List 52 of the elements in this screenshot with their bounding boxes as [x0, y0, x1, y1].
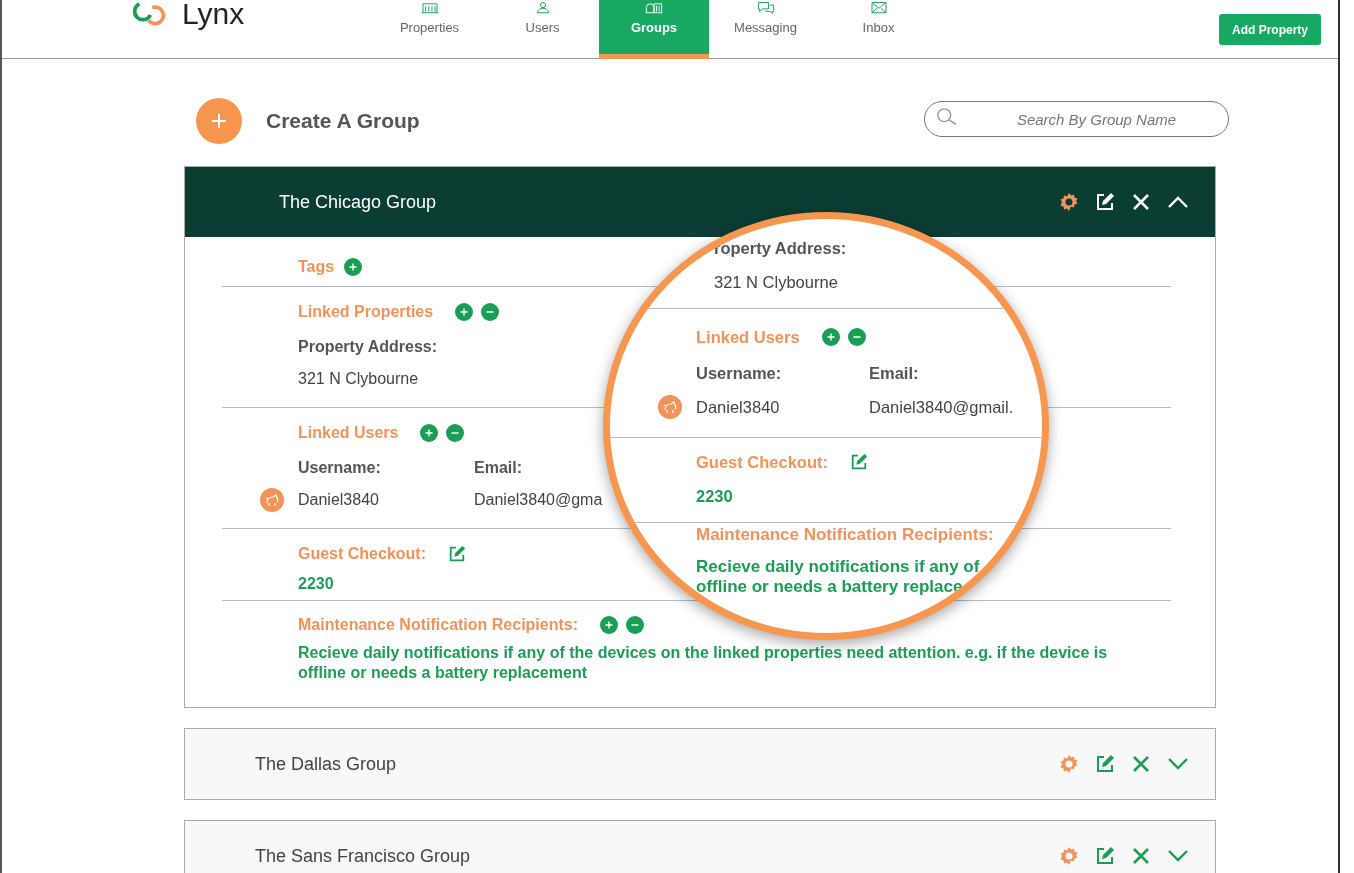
add-group-icon[interactable] — [196, 98, 242, 144]
section-title: Linked Users — [696, 327, 800, 347]
add-icon[interactable] — [344, 258, 363, 276]
settings-icon[interactable] — [1059, 192, 1079, 212]
section-title: Maintenance Notification Recipients: — [696, 525, 994, 545]
column-header: Username: — [298, 459, 382, 477]
group-header[interactable]: The Chicago Group — [185, 167, 1215, 237]
remove-icon[interactable] — [626, 616, 645, 634]
table-cell-text: 321 N Clybourne — [298, 370, 420, 388]
group-header[interactable]: The Dallas Group — [185, 729, 1215, 799]
search-field[interactable]: Search By Group Name — [924, 101, 1229, 137]
chevron-down-icon[interactable] — [1167, 757, 1189, 771]
create-group-title: Create A Group — [266, 109, 420, 133]
remove-icon[interactable] — [481, 303, 500, 321]
section-title: Tags — [298, 258, 335, 276]
column-header: Email: — [869, 363, 920, 383]
section-title: Linked Users — [298, 424, 399, 442]
section-title: Linked Properties — [298, 303, 434, 321]
group-name: The Sans Francisco Group — [255, 845, 471, 867]
nav-tab[interactable]: Users — [486, 0, 599, 59]
checkout-code: 2230 — [696, 486, 733, 506]
group-name: The Chicago Group — [279, 191, 437, 213]
table-cell-text: 321 N Clybourne — [714, 272, 839, 292]
add-icon[interactable] — [821, 328, 840, 346]
table-cell-text: Daniel3840 — [298, 491, 380, 509]
add-icon[interactable] — [455, 303, 474, 321]
edit-icon[interactable] — [1095, 192, 1115, 212]
checkout-code: 2230 — [298, 574, 334, 594]
description-text: Recieve daily notifications if any of the devices on the linked properties need attention. e.g. if the device is offline or needs a battery replacement — [298, 643, 1109, 683]
nav-tab[interactable]: Messaging — [709, 0, 822, 59]
group-name: The Dallas Group — [255, 753, 397, 775]
add-icon[interactable] — [420, 424, 439, 442]
logo-text: Lynx — [182, 0, 245, 28]
section-title: Maintenance Notification Recipients: — [298, 616, 579, 634]
chevron-up-icon[interactable] — [1167, 195, 1189, 209]
section-title: Guest Checkout: — [298, 545, 426, 563]
column-header: Username: — [696, 363, 783, 383]
nav-tab[interactable]: Inbox — [822, 0, 935, 59]
column-header: Property Address: — [298, 338, 438, 356]
table-cell-text: Daniel3840@gmail. — [869, 397, 1015, 417]
group-header[interactable]: The Sans Francisco Group — [185, 821, 1215, 873]
column-header: roperty Address: — [714, 238, 848, 258]
chevron-down-icon[interactable] — [1167, 849, 1189, 863]
nav-tab[interactable]: Properties — [373, 0, 486, 59]
column-header: Email: — [474, 459, 523, 477]
remove-icon[interactable] — [847, 328, 866, 346]
remove-icon[interactable] — [446, 424, 465, 442]
add-icon[interactable] — [600, 616, 619, 634]
table-cell-text: Daniel3840 — [696, 397, 781, 417]
description-text: Recieve daily notifications if any of offline or needs a battery replace — [696, 557, 981, 598]
table-cell-text: Daniel3840@gma — [474, 491, 604, 509]
section-title: Guest Checkout: — [696, 452, 829, 472]
